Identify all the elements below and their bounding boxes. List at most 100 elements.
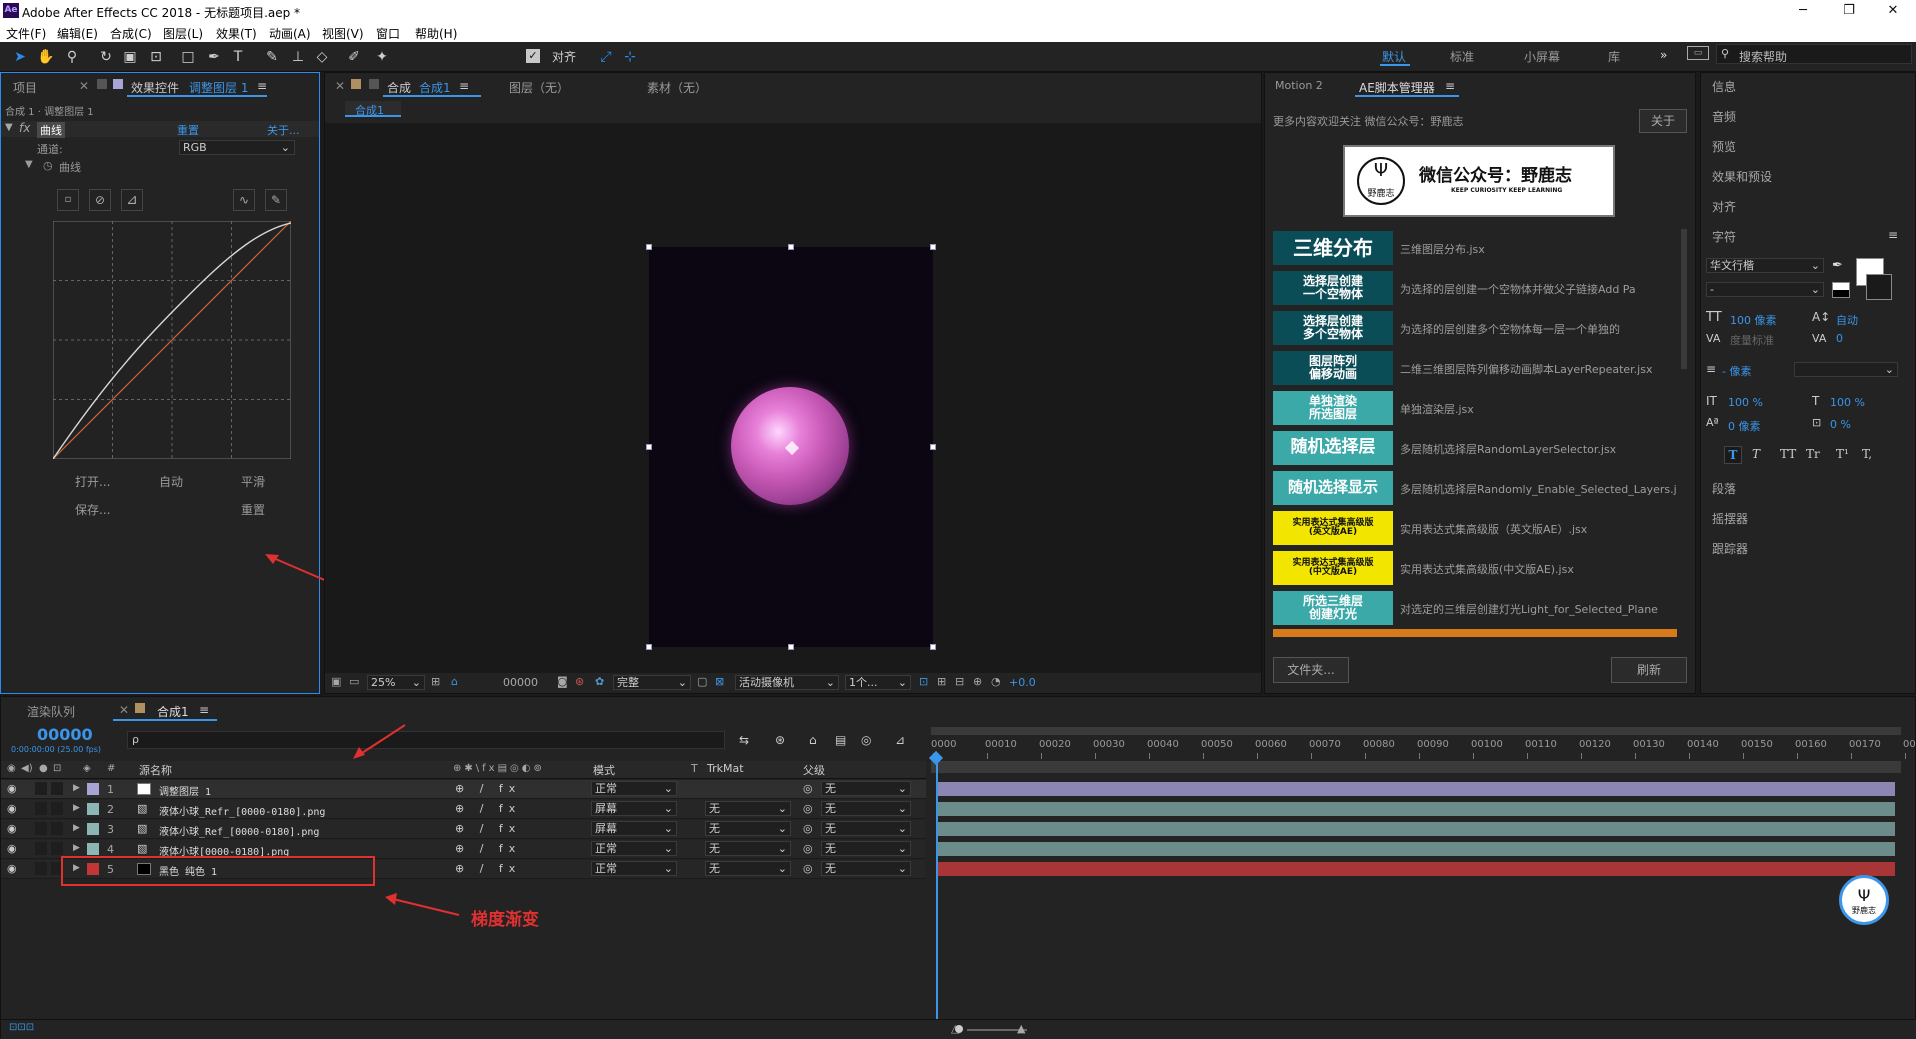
bbox-handle[interactable] [646,444,652,450]
vertical-scale-value[interactable]: 100 % [1728,396,1763,409]
menu-help[interactable]: 帮助(H) [415,25,457,42]
channel-icon[interactable]: ✿ [595,675,604,688]
layer-duration-bar[interactable] [937,782,1895,796]
motion-blur-icon[interactable]: ◎ [861,733,871,747]
zoom-tool-icon[interactable]: ⚲ [62,47,82,67]
layer-duration-bar[interactable] [937,842,1895,856]
horizontal-scale-value[interactable]: 100 % [1830,396,1865,409]
fx-icon[interactable]: fx [19,121,30,135]
zoom-in-icon[interactable]: ▲ [1017,1022,1025,1035]
eraser-tool-icon[interactable]: ◇ [312,47,332,67]
script-panel-menu-icon[interactable]: ≡ [1445,79,1455,93]
snap-icon[interactable]: ⤢ [596,47,616,67]
panel-align[interactable]: 对齐 [1712,198,1736,215]
menu-composition[interactable]: 合成(C) [110,25,152,42]
tab-composition-name[interactable]: 合成1 [419,79,451,96]
comp-canvas[interactable] [649,247,933,647]
close-comp-tab-icon[interactable]: ✕ [335,79,345,93]
curve-expand-icon[interactable]: ▼ [25,159,33,170]
bbox-handle[interactable] [646,644,652,650]
brush-tool-icon[interactable]: ✎ [262,47,282,67]
script-button[interactable]: 随机选择层 [1273,431,1393,465]
stroke-width-value[interactable]: - 像素 [1722,363,1751,379]
comp-sub-tab[interactable]: 合成1 [345,101,401,117]
script-item[interactable]: 选择层创建 多个空物体 为选择的层创建多个空物体每一层一个单独的 [1273,309,1677,346]
timeline-menu-icon[interactable]: ≡ [199,703,209,717]
bbox-handle[interactable] [930,244,936,250]
channel-select[interactable]: RGB ⌄ [179,140,295,155]
panel-audio[interactable]: 音频 [1712,108,1736,125]
curves-graph[interactable] [53,221,291,459]
comp-lock-icon[interactable] [369,79,379,89]
graph-editor-icon[interactable]: ⊿ [895,733,905,747]
resolution-icon[interactable]: ⊞ [431,675,440,688]
draft-3d-icon[interactable]: ⊛ [775,733,785,747]
script-button[interactable]: 实用表达式集高级版 (英文版AE) [1273,511,1393,545]
layer-duration-bar[interactable] [937,822,1895,836]
pen-tool-icon[interactable]: ✒ [204,47,224,67]
show-snapshot-icon[interactable]: ⊛ [575,675,584,688]
layer-search-input[interactable]: ρ [127,731,725,749]
zoom-select[interactable]: 25% ⌄ [367,675,425,690]
script-list-scrollbar[interactable] [1681,229,1687,369]
effect-name[interactable]: 曲线 [37,122,65,138]
script-item[interactable]: 单独渲染 所选图层 单独渲染层.jsx [1273,389,1677,426]
about-button[interactable]: 关于 [1639,109,1687,133]
folder-button[interactable]: 文件夹... [1273,657,1349,683]
align-checkbox[interactable]: ✓ [526,49,540,63]
panel-info[interactable]: 信息 [1712,78,1736,95]
script-button[interactable]: 实用表达式集高级版 (中文版AE) [1273,551,1393,585]
timeline-current-time[interactable]: 00000 [37,725,93,744]
expand-triangle-icon[interactable]: ▼ [5,122,13,133]
tab-footage[interactable]: 素材（无） [647,79,707,96]
panel-character[interactable]: 字符 [1712,228,1736,245]
menu-animation[interactable]: 动画(A) [269,25,311,42]
script-button[interactable]: 随机选择显示 [1273,471,1393,505]
toggle-switches-icon[interactable]: ⊡⊡⊡ [9,1022,34,1033]
lock-column-icon[interactable]: ⊡ [53,763,61,774]
resolution-select[interactable]: 完整 ⌄ [613,675,691,690]
panel-wiggler[interactable]: 摇摆器 [1712,510,1748,527]
kerning-value[interactable]: 度量标准 [1730,332,1774,348]
restore-button[interactable]: ❐ [1826,0,1872,22]
clone-stamp-tool-icon[interactable]: ⊥ [288,47,308,67]
baseline-shift-value[interactable]: 0 像素 [1728,418,1761,434]
menu-layer[interactable]: 图层(L) [163,25,203,42]
tab-script-manager[interactable]: AE脚本管理器 [1359,79,1435,96]
script-button[interactable]: 选择层创建 一个空物体 [1273,271,1393,305]
rotate-tool-icon[interactable]: ↻ [96,47,116,67]
exposure-value[interactable]: +0.0 [1009,676,1036,689]
font-family-select[interactable]: 华文行楷 ⌄ [1706,258,1824,273]
solo-icon[interactable]: ● [39,763,48,774]
workspace-standard[interactable]: 标准 [1450,48,1474,65]
roto-brush-tool-icon[interactable]: ✐ [344,47,364,67]
label-column-icon[interactable]: ◈ [83,763,91,774]
tab-effect-controls[interactable]: 效果控件 [131,79,179,96]
script-item[interactable]: 选择层创建 一个空物体 为选择的层创建一个空物体并做父子链接Add Pa [1273,269,1677,306]
small-caps-button[interactable]: Tr [1806,447,1820,461]
tab-motion2[interactable]: Motion 2 [1275,79,1323,92]
curve-smooth-button[interactable]: 平滑 [241,473,265,490]
curve-reset-button[interactable]: 重置 [241,501,265,518]
parent-header[interactable]: 父级 [803,762,825,778]
script-item[interactable]: 实用表达式集高级版 (英文版AE) 实用表达式集高级版（英文版AE）.jsx [1273,509,1677,546]
stroke-style-select[interactable]: ⌄ [1794,362,1898,377]
menu-window[interactable]: 窗口 [376,25,400,42]
menu-edit[interactable]: 编辑(E) [57,25,98,42]
reset-exposure-icon[interactable]: ◔ [991,675,1001,688]
time-ruler[interactable]: 0000 00010 00020 00030 00040 00050 00060 00070 0… [931,737,1916,759]
trkmat-header[interactable]: TrkMat [707,762,744,775]
pencil-curve-icon[interactable]: ✎ [265,189,287,211]
bezier-curve-icon[interactable]: ∿ [233,189,255,211]
script-button[interactable]: 选择层创建 多个空物体 [1273,311,1393,345]
panel-preview[interactable]: 预览 [1712,138,1736,155]
menu-view[interactable]: 视图(V) [322,25,364,42]
curve-open-button[interactable]: 打开... [75,473,110,490]
script-button[interactable]: 所选三维层 创建灯光 [1273,591,1393,625]
help-search-input[interactable]: ⚲ 搜索帮助 [1716,44,1912,64]
script-button[interactable]: 三维分布 [1273,231,1393,265]
puppet-tool-icon[interactable]: ✦ [372,47,392,67]
bbox-handle[interactable] [646,244,652,250]
current-time-indicator[interactable] [936,757,938,1019]
bbox-handle[interactable] [930,644,936,650]
